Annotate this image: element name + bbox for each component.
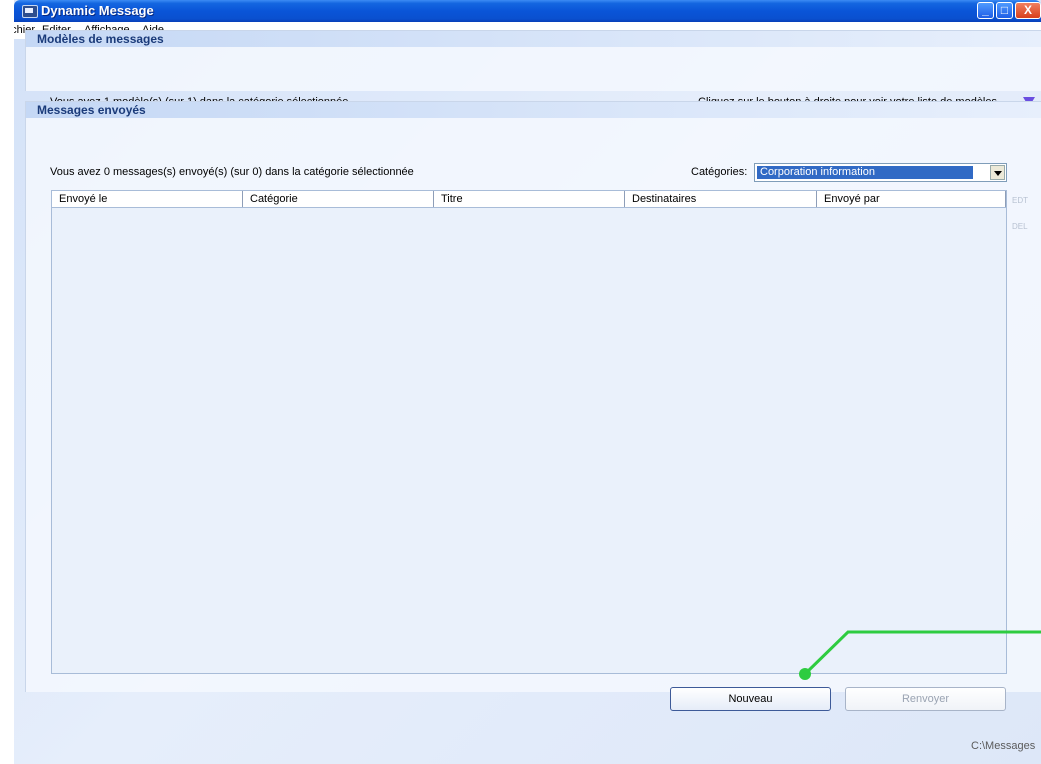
dropdown-arrow-icon[interactable] xyxy=(990,165,1005,180)
app-icon xyxy=(22,5,38,18)
column-header-title[interactable]: Titre xyxy=(434,191,625,207)
new-button[interactable]: Nouveau xyxy=(670,687,831,711)
sent-messages-table[interactable]: Envoyé le Catégorie Titre Destinataires … xyxy=(51,190,1007,674)
app-window: Dynamic Message _ □ X Fichier Editer Aff… xyxy=(14,0,1041,764)
minimize-button[interactable]: _ xyxy=(977,2,994,19)
column-header-sent-by[interactable]: Envoyé par xyxy=(817,191,1006,207)
left-margin xyxy=(0,0,14,764)
status-path: C:\Messages xyxy=(971,740,1036,752)
sent-summary: Vous avez 0 messages(s) envoyé(s) (sur 0… xyxy=(50,166,414,178)
delete-side-label[interactable]: DEL xyxy=(1012,222,1028,231)
column-header-recipients[interactable]: Destinataires xyxy=(625,191,817,207)
category-label: Catégories: xyxy=(691,166,748,178)
category-selected-value: Corporation information xyxy=(757,166,973,179)
column-header-sent-on[interactable]: Envoyé le xyxy=(52,191,243,207)
sent-panel-header: Messages envoyés xyxy=(26,102,1041,118)
close-button[interactable]: X xyxy=(1015,2,1041,19)
templates-panel-header: Modèles de messages xyxy=(26,31,1041,47)
window-title: Dynamic Message xyxy=(41,3,154,18)
category-select[interactable]: Corporation information xyxy=(754,163,1007,182)
edit-side-label[interactable]: EDT xyxy=(1012,196,1028,205)
table-header: Envoyé le Catégorie Titre Destinataires … xyxy=(52,191,1006,208)
maximize-button[interactable]: □ xyxy=(996,2,1013,19)
title-bar[interactable]: Dynamic Message _ □ X xyxy=(14,0,1041,22)
templates-panel: Modèles de messages xyxy=(25,30,1041,91)
resend-button[interactable]: Renvoyer xyxy=(845,687,1006,711)
column-header-category[interactable]: Catégorie xyxy=(243,191,434,207)
